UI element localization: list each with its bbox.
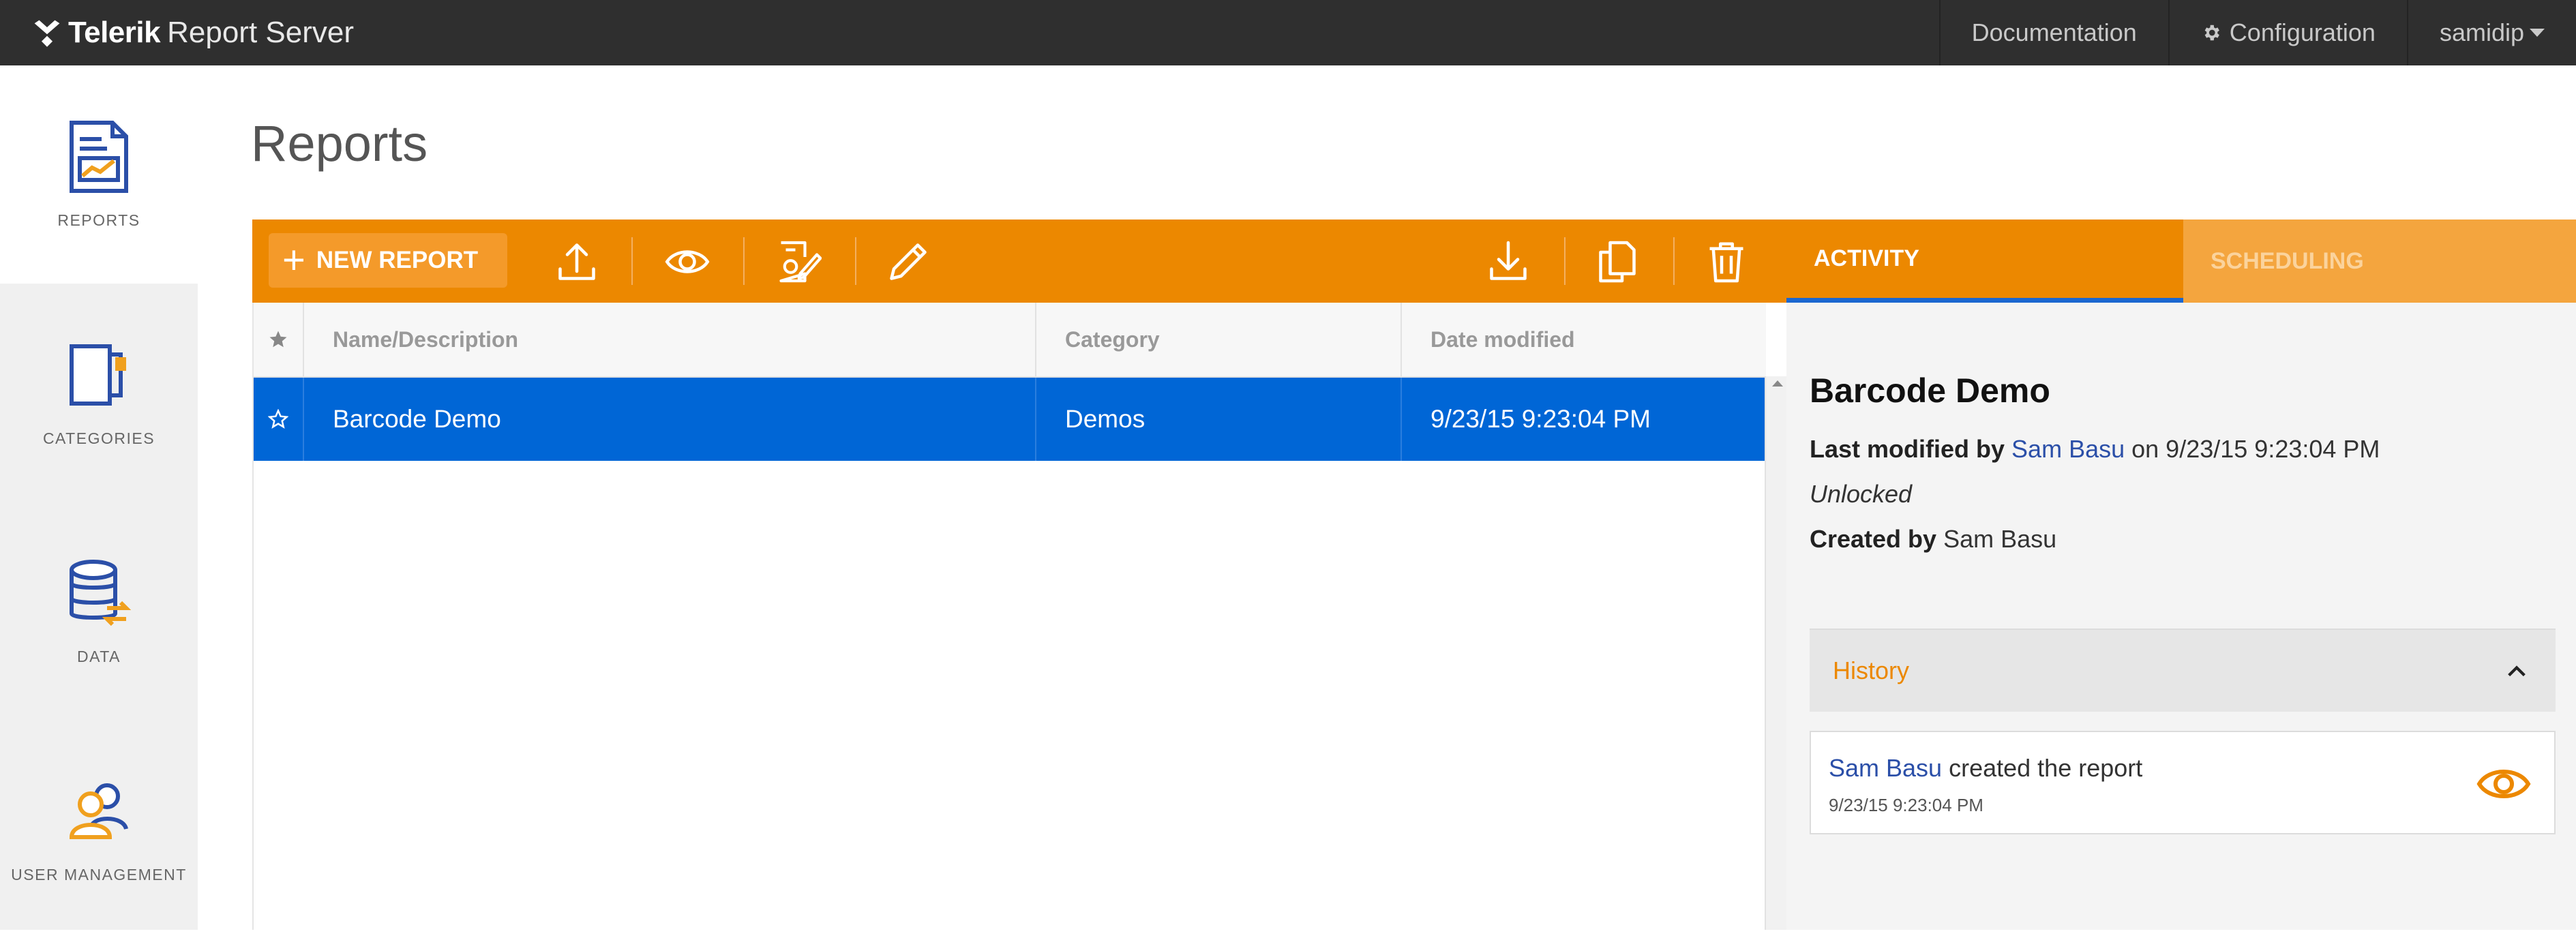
sidebar-item-categories[interactable]: CATEGORIES	[0, 284, 198, 502]
design-button[interactable]	[772, 237, 824, 286]
column-header-label: Category	[1065, 327, 1160, 352]
history-title: History	[1833, 656, 1910, 684]
tab-activity[interactable]: ACTIVITY	[1786, 220, 2183, 303]
brand-name-bold: Telerik	[68, 16, 161, 49]
plus-icon: +	[282, 238, 305, 282]
details-panel: ACTIVITY SCHEDULING Barcode Demo Last mo…	[1786, 220, 2576, 930]
download-icon	[1490, 241, 1527, 280]
tab-label: ACTIVITY	[1814, 245, 1919, 271]
edit-button[interactable]	[882, 237, 934, 286]
upload-button[interactable]	[551, 237, 603, 286]
sidebar-item-data[interactable]: DATA	[0, 502, 198, 720]
column-header-category[interactable]: Category	[1036, 303, 1402, 376]
categories-icon	[70, 344, 126, 406]
sidebar-item-label: CATEGORIES	[42, 429, 155, 447]
report-title: Barcode Demo	[1810, 372, 2050, 410]
top-nav: Documentation Configuration samidip	[1938, 0, 2576, 65]
download-button[interactable]	[1482, 237, 1534, 286]
user-name: samidip	[2439, 18, 2524, 46]
copy-icon	[1599, 241, 1636, 283]
telerik-logo-icon	[34, 20, 60, 47]
sidebar-item-label: REPORTS	[57, 211, 140, 229]
copy-button[interactable]	[1591, 237, 1643, 286]
new-report-label: NEW REPORT	[316, 247, 479, 273]
design-icon	[779, 241, 822, 283]
gear-icon	[2204, 25, 2219, 41]
chevron-up-icon[interactable]	[2505, 660, 2528, 683]
last-modified-label: Last modified by	[1810, 435, 2005, 463]
brand-name-regular: Report Server	[167, 16, 354, 49]
users-icon	[69, 783, 128, 839]
grid-header: Name/Description Category Date modified	[254, 303, 1766, 378]
last-modified-line: Last modified by Sam Basu on 9/23/15 9:2…	[1810, 435, 2380, 464]
last-modified-date: on 9/23/15 9:23:04 PM	[2131, 435, 2380, 463]
grid-scrollbar[interactable]	[1765, 376, 1788, 930]
report-date-cell: 9/23/15 9:23:04 PM	[1402, 378, 1766, 461]
scroll-up-icon[interactable]	[1772, 380, 1783, 387]
chevron-down-icon	[2530, 29, 2545, 37]
configuration-link[interactable]: Configuration	[2168, 0, 2407, 65]
upload-icon	[558, 243, 595, 280]
sidebar-item-reports[interactable]: REPORTS	[0, 65, 198, 284]
user-menu[interactable]: samidip	[2406, 0, 2576, 65]
sidebar-item-user-management[interactable]: USER MANAGEMENT	[0, 720, 198, 938]
preview-icon	[665, 250, 710, 273]
tab-label: SCHEDULING	[2211, 247, 2364, 274]
report-date: 9/23/15 9:23:04 PM	[1431, 405, 1651, 433]
edit-icon	[890, 243, 927, 280]
history-action: created the report	[1949, 754, 2143, 782]
brand-logo[interactable]: Telerik Report Server	[31, 12, 354, 53]
favorite-toggle[interactable]	[254, 378, 304, 461]
toolbar-divider	[631, 237, 633, 285]
new-report-button[interactable]: + NEW REPORT	[269, 233, 507, 288]
delete-button[interactable]	[1701, 237, 1752, 286]
view-icon[interactable]	[2476, 763, 2531, 804]
documentation-label: Documentation	[1971, 18, 2137, 46]
history-header[interactable]: History	[1810, 629, 2556, 712]
created-by-label: Created by	[1810, 525, 1937, 553]
configuration-label: Configuration	[2229, 18, 2376, 46]
created-by-user: Sam Basu	[1943, 525, 2057, 553]
report-category: Demos	[1065, 405, 1145, 433]
toolbar-divider	[1564, 237, 1566, 285]
created-by-line: Created by Sam Basu	[1810, 525, 2056, 554]
history-time: 9/23/15 9:23:04 PM	[1829, 795, 1983, 815]
history-entry-text: Sam Basu created the report	[1829, 754, 2142, 783]
column-header-date[interactable]: Date modified	[1402, 303, 1766, 376]
history-entry: Sam Basu created the report 9/23/15 9:23…	[1810, 731, 2556, 834]
tab-scheduling[interactable]: SCHEDULING	[2183, 220, 2576, 303]
favorite-column-header[interactable]	[254, 303, 304, 376]
toolbar-divider	[1673, 237, 1675, 285]
report-icon	[70, 121, 128, 193]
documentation-link[interactable]: Documentation	[1938, 0, 2168, 65]
column-header-label: Name/Description	[333, 327, 519, 352]
top-bar: Telerik Report Server Documentation Conf…	[0, 0, 2576, 65]
column-header-label: Date modified	[1431, 327, 1575, 352]
report-name: Barcode Demo	[333, 405, 501, 433]
toolbar-divider	[743, 237, 745, 285]
toolbar-divider	[855, 237, 856, 285]
report-name-cell: Barcode Demo	[304, 378, 1036, 461]
star-outline-icon	[268, 409, 288, 429]
last-modified-user-link[interactable]: Sam Basu	[2011, 435, 2125, 463]
history-user-link[interactable]: Sam Basu	[1829, 754, 1942, 782]
report-toolbar: + NEW REPORT	[252, 220, 1786, 303]
sidebar-item-label: USER MANAGEMENT	[11, 866, 187, 883]
lock-status: Unlocked	[1810, 480, 1913, 508]
database-icon	[70, 560, 132, 626]
star-filled-icon	[269, 331, 287, 348]
delete-icon	[1709, 242, 1743, 283]
table-row[interactable]: Barcode Demo Demos 9/23/15 9:23:04 PM	[254, 378, 1766, 461]
report-category-cell: Demos	[1036, 378, 1402, 461]
sidebar: REPORTS CATEGORIES DATA USER MANAGEMENT	[0, 65, 198, 930]
reports-grid: Name/Description Category Date modified …	[252, 303, 1766, 930]
preview-button[interactable]	[661, 237, 713, 286]
sidebar-item-label: DATA	[77, 648, 121, 665]
page-title: Reports	[251, 115, 428, 172]
column-header-name[interactable]: Name/Description	[304, 303, 1036, 376]
